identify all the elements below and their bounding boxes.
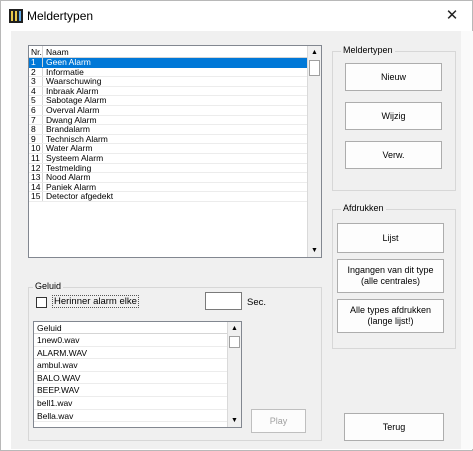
meldertypen-window: Meldertypen ✕ Nr. Naam 1 Geen Alarm 2 Infor… <box>0 0 473 451</box>
list-item-nr: 7 <box>29 115 43 125</box>
print-inputs-button[interactable]: Ingangen van dit type (alle centrales) <box>337 259 444 293</box>
delete-button[interactable]: Verw. <box>345 141 442 169</box>
list-item-name: Inbraak Alarm <box>46 85 99 96</box>
list-item-name: Testmelding <box>46 162 92 173</box>
list-item-nr: 13 <box>29 173 43 182</box>
sound-file-name: ALARM.WAV <box>37 347 88 358</box>
list-item-nr: 1 <box>29 57 43 67</box>
list-item-name: Systeem Alarm <box>46 152 104 163</box>
scroll-up-icon[interactable]: ▲ <box>308 46 321 59</box>
seconds-input[interactable] <box>205 292 242 310</box>
print-all-types-button[interactable]: Alle types afdrukken (lange lijst!) <box>337 299 444 333</box>
afdrukken-group-label: Afdrukken <box>341 203 386 213</box>
scroll-thumb[interactable] <box>229 336 240 348</box>
list-item-name: Geen Alarm <box>46 57 91 67</box>
sound-list-scrollbar[interactable]: ▲ ▼ <box>227 322 241 427</box>
list-item-nr: 10 <box>29 144 43 153</box>
sound-file-name: Bella.wav <box>37 410 74 421</box>
list-item[interactable]: Bella.wav <box>34 410 227 423</box>
geluid-group-label: Geluid <box>33 281 64 291</box>
list-item-nr: 3 <box>29 77 43 86</box>
list-item-name: Sabotage Alarm <box>46 95 107 106</box>
types-rows: 1 Geen Alarm 2 Informatie 3 Waarschuwing 4 Inbr… <box>29 57 307 202</box>
new-button[interactable]: Nieuw <box>345 63 442 91</box>
sound-list-header: Geluid <box>34 322 227 334</box>
back-button[interactable]: Terug <box>344 413 444 441</box>
list-item-name: Paniek Alarm <box>46 181 97 192</box>
types-list[interactable]: Nr. Naam 1 Geen Alarm 2 Informatie 3 Waarschu… <box>28 45 322 258</box>
list-item-nr: 14 <box>29 182 43 192</box>
list-item-nr: 12 <box>29 163 43 173</box>
meldertypen-group-label: Meldertypen <box>341 45 395 55</box>
list-item-nr: 11 <box>29 153 43 163</box>
list-item-nr: 6 <box>29 105 43 115</box>
column-header-name[interactable]: Naam <box>43 46 307 57</box>
list-item-name: Water Alarm <box>46 143 93 154</box>
repeat-alarm-checkbox[interactable] <box>36 297 47 308</box>
list-item-name: Technisch Alarm <box>46 133 108 144</box>
sound-file-name: BALO.WAV <box>37 372 81 383</box>
list-item-nr: 2 <box>29 67 43 77</box>
column-header-sound[interactable]: Geluid <box>34 322 227 333</box>
window-edge <box>461 31 473 449</box>
list-item-nr: 5 <box>29 96 43 105</box>
list-item-nr: 9 <box>29 134 43 144</box>
print-list-button[interactable]: Lijst <box>337 223 444 253</box>
list-item[interactable]: 1new0.wav <box>34 334 227 347</box>
repeat-alarm-label[interactable]: Herinner alarm elke <box>52 295 139 308</box>
app-icon <box>9 9 23 23</box>
types-list-scrollbar[interactable]: ▲ ▼ <box>307 46 321 257</box>
list-item[interactable]: 15 Detector afgedekt <box>29 192 307 202</box>
sound-file-name: ambul.wav <box>37 360 78 371</box>
sound-file-name: 1new0.wav <box>37 335 80 345</box>
list-item[interactable]: BEEP.WAV <box>34 384 227 397</box>
list-item-name: Waarschuwing <box>46 76 102 87</box>
sound-rows: 1new0.wav ALARM.WAV ambul.wav BALO.WAV BEEP.… <box>34 334 227 423</box>
list-item-nr: 15 <box>29 192 43 201</box>
list-item[interactable]: bell1.wav <box>34 397 227 410</box>
sound-file-name: bell1.wav <box>37 397 73 408</box>
play-button[interactable]: Play <box>251 409 306 433</box>
list-item-name: Informatie <box>46 66 84 77</box>
column-header-nr[interactable]: Nr. <box>29 46 43 57</box>
close-icon[interactable]: ✕ <box>432 1 472 31</box>
scroll-down-icon[interactable]: ▼ <box>308 244 321 257</box>
list-item-name: Nood Alarm <box>46 172 91 183</box>
list-item-name: Overval Alarm <box>46 104 100 115</box>
repeat-alarm-text: Herinner alarm elke <box>52 295 139 308</box>
list-item-nr: 4 <box>29 86 43 96</box>
list-item[interactable]: BALO.WAV <box>34 372 227 385</box>
list-item[interactable]: ambul.wav <box>34 359 227 372</box>
list-item-name: Detector afgedekt <box>46 191 114 202</box>
sound-file-name: BEEP.WAV <box>37 385 80 396</box>
scroll-up-icon[interactable]: ▲ <box>228 322 241 335</box>
title-bar: Meldertypen ✕ <box>1 1 472 31</box>
scroll-down-icon[interactable]: ▼ <box>228 414 241 427</box>
list-item-name: Dwang Alarm <box>46 114 97 125</box>
seconds-label: Sec. <box>247 297 267 308</box>
sound-list[interactable]: Geluid 1new0.wav ALARM.WAV ambul.wav BALO.W… <box>33 321 242 428</box>
window-title: Meldertypen <box>27 9 94 23</box>
list-item-name: Brandalarm <box>46 124 90 135</box>
list-item-nr: 8 <box>29 125 43 134</box>
list-item[interactable]: ALARM.WAV <box>34 347 227 360</box>
scroll-thumb[interactable] <box>309 60 320 76</box>
edit-button[interactable]: Wijzig <box>345 102 442 130</box>
